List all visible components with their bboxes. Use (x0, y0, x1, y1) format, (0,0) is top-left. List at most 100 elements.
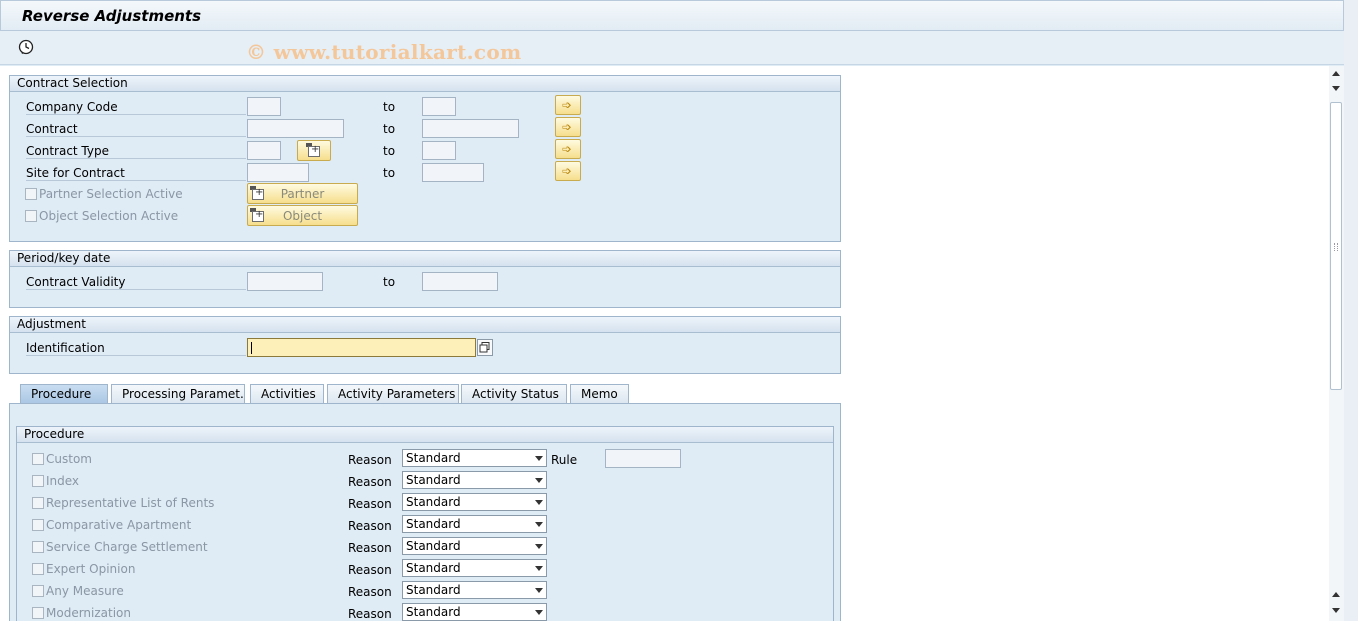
tab-procedure[interactable]: Procedure (20, 384, 108, 404)
contract-validity-label: Contract Validity (26, 274, 246, 290)
chevron-down-icon[interactable] (532, 450, 546, 466)
procedure-checkbox[interactable] (32, 497, 44, 509)
procedure-item-label: Modernization (46, 606, 131, 620)
procedure-checkbox[interactable] (32, 563, 44, 575)
reason-select[interactable]: Standard (402, 559, 547, 577)
reason-value: Standard (406, 539, 461, 553)
chevron-down-icon[interactable] (532, 560, 546, 576)
group-header: Period/key date (10, 251, 840, 267)
site-to-input[interactable] (422, 163, 484, 182)
contract-type-to-input[interactable] (422, 141, 456, 160)
contract-to-input[interactable] (422, 119, 519, 138)
object-button[interactable]: Object (247, 205, 358, 226)
scroll-down-icon[interactable] (1331, 84, 1342, 94)
to-label: to (383, 100, 396, 114)
vertical-scrollbar[interactable] (1329, 66, 1344, 621)
reason-select[interactable]: Standard (402, 581, 547, 599)
reason-label: Reason (348, 475, 392, 489)
chevron-down-icon[interactable] (532, 494, 546, 510)
contract-label: Contract (26, 121, 246, 137)
rule-input[interactable] (605, 449, 681, 468)
reason-select[interactable]: Standard (402, 493, 547, 511)
chevron-down-icon[interactable] (532, 516, 546, 532)
reason-value: Standard (406, 495, 461, 509)
company-code-multiple-selection-button[interactable]: ➩ (555, 95, 581, 115)
reason-select[interactable]: Standard (402, 603, 547, 621)
scroll-up-icon[interactable] (1331, 69, 1342, 79)
scroll-up-icon[interactable] (1331, 590, 1342, 600)
tab-memo[interactable]: Memo (570, 384, 629, 404)
reason-label: Reason (348, 497, 392, 511)
reason-label: Reason (348, 607, 392, 621)
reason-select[interactable]: Standard (402, 515, 547, 533)
procedure-checkbox[interactable] (32, 541, 44, 553)
procedure-item-label: Any Measure (46, 584, 124, 598)
tab-activities[interactable]: Activities (250, 384, 324, 404)
procedure-item-label: Representative List of Rents (46, 496, 215, 510)
site-for-contract-label: Site for Contract (26, 165, 246, 181)
tab-activity-parameters[interactable]: Activity Parameters (327, 384, 459, 404)
identification-input[interactable] (247, 338, 476, 357)
object-selection-label: Object Selection Active (39, 209, 179, 223)
site-from-input[interactable] (247, 163, 309, 182)
object-selection-checkbox[interactable] (25, 210, 37, 222)
reason-select[interactable]: Standard (402, 449, 547, 467)
text-cursor (251, 342, 252, 354)
page-title: Reverse Adjustments (22, 7, 202, 25)
company-code-to-input[interactable] (422, 97, 456, 116)
execute-icon[interactable] (18, 39, 34, 55)
chevron-down-icon[interactable] (532, 604, 546, 620)
chevron-down-icon[interactable] (532, 538, 546, 554)
reason-label: Reason (348, 585, 392, 599)
partner-selection-label: Partner Selection Active (39, 187, 183, 201)
window-edge (1344, 0, 1358, 621)
contract-type-label: Contract Type (26, 143, 246, 159)
partner-button[interactable]: Partner (247, 183, 358, 204)
reason-label: Reason (348, 519, 392, 533)
reason-select[interactable]: Standard (402, 537, 547, 555)
reason-value: Standard (406, 473, 461, 487)
reason-value: Standard (406, 561, 461, 575)
procedure-checkbox[interactable] (32, 519, 44, 531)
contract-validity-from-input[interactable] (247, 272, 323, 291)
tab-processing-parameters[interactable]: Processing Paramet. (111, 384, 245, 404)
procedure-item-label: Service Charge Settlement (46, 540, 208, 554)
contract-from-input[interactable] (247, 119, 344, 138)
procedure-item-label: Custom (46, 452, 92, 466)
procedure-checkbox[interactable] (32, 585, 44, 597)
reason-label: Reason (348, 453, 392, 467)
reason-value: Standard (406, 583, 461, 597)
scroll-down-icon[interactable] (1331, 606, 1342, 616)
scroll-thumb[interactable] (1330, 102, 1342, 390)
period-group: Period/key date Contract Validity to (9, 250, 841, 308)
reason-select[interactable]: Standard (402, 471, 547, 489)
arrow-right-icon: ➩ (562, 98, 573, 112)
contract-type-multi-select-button[interactable] (297, 140, 331, 161)
reason-value: Standard (406, 605, 461, 619)
contract-selection-group: Contract Selection Company Code to ➩ Con… (9, 75, 841, 242)
procedure-item-label: Expert Opinion (46, 562, 136, 576)
chevron-down-icon[interactable] (532, 472, 546, 488)
procedure-checkbox[interactable] (32, 453, 44, 465)
chevron-down-icon[interactable] (532, 582, 546, 598)
reason-value: Standard (406, 517, 461, 531)
contract-type-multiple-selection-button[interactable]: ➩ (555, 139, 581, 159)
procedure-checkbox[interactable] (32, 607, 44, 619)
value-help-icon[interactable] (477, 339, 493, 356)
to-label: to (383, 144, 396, 158)
partner-selection-checkbox[interactable] (25, 188, 37, 200)
rule-label: Rule (551, 453, 578, 467)
contract-validity-to-input[interactable] (422, 272, 498, 291)
procedure-checkbox[interactable] (32, 475, 44, 487)
site-multiple-selection-button[interactable]: ➩ (555, 161, 581, 181)
procedure-item-label: Index (46, 474, 80, 488)
watermark: © www.tutorialkart.com (246, 40, 522, 64)
object-button-label: Object (282, 209, 323, 223)
group-header: Adjustment (10, 317, 840, 333)
contract-multiple-selection-button[interactable]: ➩ (555, 117, 581, 137)
group-header: Contract Selection (10, 76, 840, 92)
company-code-from-input[interactable] (247, 97, 281, 116)
contract-type-from-input[interactable] (247, 141, 281, 160)
partner-button-label: Partner (280, 187, 325, 201)
tab-activity-status[interactable]: Activity Status (461, 384, 567, 404)
